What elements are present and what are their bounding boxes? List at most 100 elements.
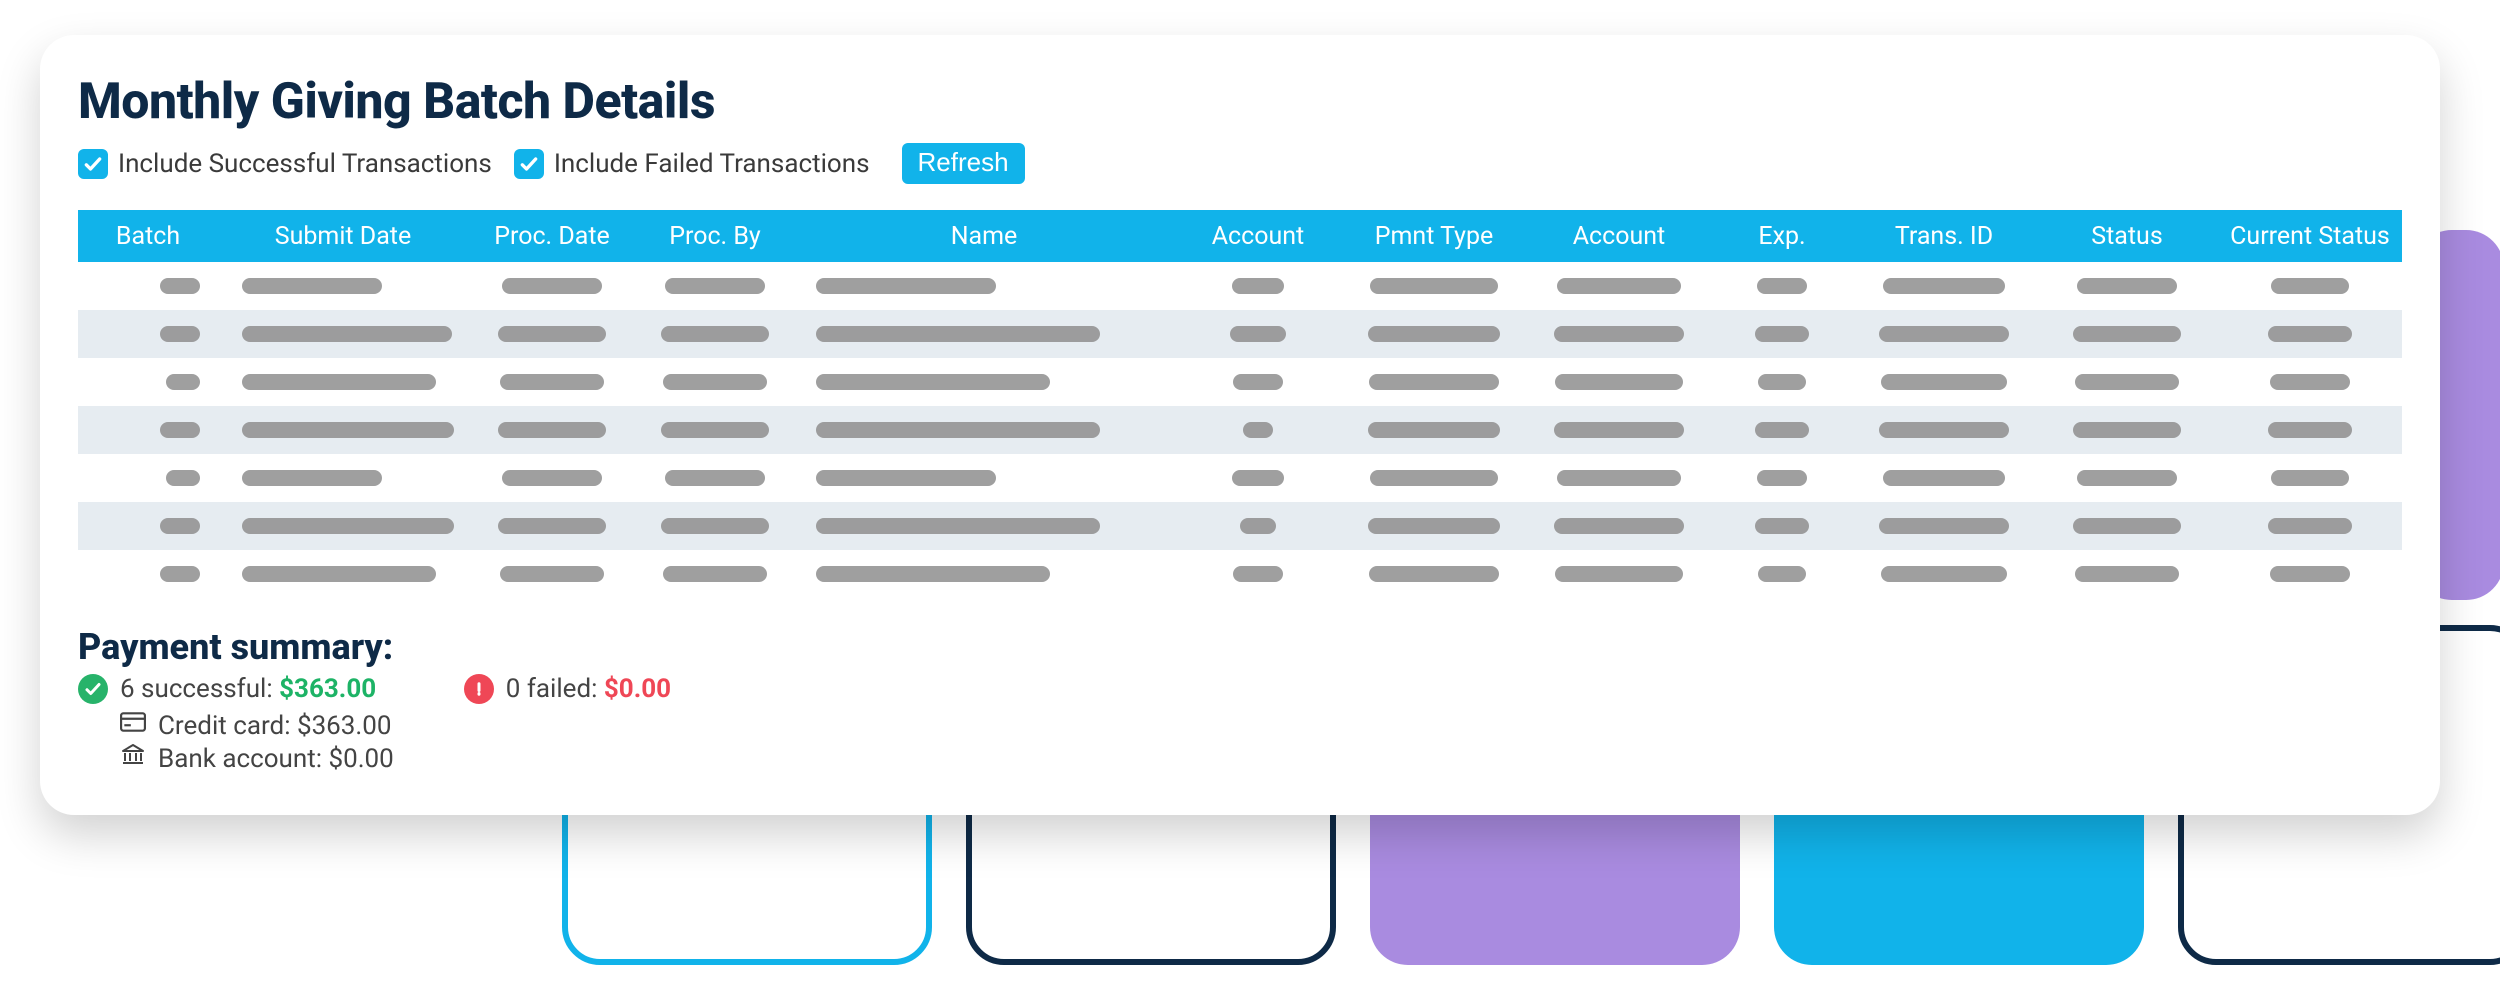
table-cell xyxy=(468,278,636,294)
table-row[interactable] xyxy=(78,358,2402,406)
table-cell xyxy=(1526,422,1712,438)
col-submit-date[interactable]: Submit Date xyxy=(218,222,468,251)
placeholder xyxy=(160,422,200,438)
summary-success-amount: $363.00 xyxy=(279,674,376,704)
placeholder xyxy=(1369,374,1499,390)
col-proc-date[interactable]: Proc. Date xyxy=(468,222,636,251)
col-proc-by[interactable]: Proc. By xyxy=(636,222,794,251)
table-row[interactable] xyxy=(78,262,2402,310)
placeholder xyxy=(242,422,454,438)
col-trans-id[interactable]: Trans. ID xyxy=(1852,222,2036,251)
table-cell xyxy=(794,374,1174,390)
table-cell xyxy=(1342,374,1526,390)
table-cell xyxy=(1342,326,1526,342)
table-cell xyxy=(1174,518,1342,534)
placeholder xyxy=(2077,470,2177,486)
placeholder xyxy=(1757,470,1807,486)
table-cell xyxy=(636,326,794,342)
table-cell xyxy=(1526,374,1712,390)
placeholder xyxy=(2270,566,2350,582)
table-row[interactable] xyxy=(78,406,2402,454)
table-cell xyxy=(1342,278,1526,294)
summary-row: 6 successful: $363.00 xyxy=(78,674,2402,774)
table-row[interactable] xyxy=(78,454,2402,502)
placeholder xyxy=(1555,374,1683,390)
table-row[interactable] xyxy=(78,310,2402,358)
placeholder xyxy=(1881,374,2007,390)
table-cell xyxy=(2218,374,2402,390)
placeholder xyxy=(1233,566,1283,582)
table-row[interactable] xyxy=(78,502,2402,550)
table-row[interactable] xyxy=(78,550,2402,598)
placeholder xyxy=(498,518,606,534)
placeholder xyxy=(1883,470,2005,486)
filter-row: Include Successful Transactions Include … xyxy=(78,143,2402,184)
table-cell xyxy=(1712,422,1852,438)
summary-success-count: 6 successful: xyxy=(120,674,279,704)
table-cell xyxy=(1526,470,1712,486)
check-icon xyxy=(514,149,544,179)
table-cell xyxy=(1852,278,2036,294)
payment-summary: Payment summary: 6 successful: $363.00 xyxy=(78,626,2402,774)
table-cell xyxy=(2218,470,2402,486)
table-cell xyxy=(1712,566,1852,582)
table-cell xyxy=(78,470,218,486)
placeholder xyxy=(2075,374,2179,390)
placeholder xyxy=(661,422,769,438)
include-failed-checkbox[interactable]: Include Failed Transactions xyxy=(514,149,870,179)
col-pmnt-type[interactable]: Pmnt Type xyxy=(1342,222,1526,251)
placeholder xyxy=(1554,518,1684,534)
table-cell xyxy=(1174,278,1342,294)
placeholder xyxy=(665,278,765,294)
table-cell xyxy=(794,470,1174,486)
table-cell xyxy=(218,566,468,582)
placeholder xyxy=(160,278,200,294)
table-cell xyxy=(2036,518,2218,534)
table-cell xyxy=(218,518,468,534)
table-cell xyxy=(2036,422,2218,438)
table-cell xyxy=(1712,518,1852,534)
refresh-button[interactable]: Refresh xyxy=(902,143,1025,184)
col-exp[interactable]: Exp. xyxy=(1712,222,1852,251)
placeholder xyxy=(1232,470,1284,486)
include-success-label: Include Successful Transactions xyxy=(118,149,492,179)
placeholder xyxy=(160,518,200,534)
table-cell xyxy=(1342,518,1526,534)
col-current-status[interactable]: Current Status xyxy=(2218,222,2402,251)
placeholder xyxy=(816,326,1100,342)
table-cell xyxy=(1174,326,1342,342)
col-status[interactable]: Status xyxy=(2036,222,2218,251)
col-account1[interactable]: Account xyxy=(1174,222,1342,251)
table-cell xyxy=(218,374,468,390)
table-cell xyxy=(78,422,218,438)
placeholder xyxy=(1879,326,2009,342)
placeholder xyxy=(2075,566,2179,582)
page-title: Monthly Giving Batch Details xyxy=(78,73,2402,131)
table-cell xyxy=(636,374,794,390)
placeholder xyxy=(242,374,436,390)
col-batch[interactable]: Batch xyxy=(78,222,218,251)
batch-details-card: Monthly Giving Batch Details Include Suc… xyxy=(40,35,2440,815)
placeholder xyxy=(1755,518,1809,534)
placeholder xyxy=(242,278,382,294)
placeholder xyxy=(1879,422,2009,438)
table-cell xyxy=(1852,566,2036,582)
transactions-table: Batch Submit Date Proc. Date Proc. By Na… xyxy=(78,210,2402,598)
table-cell xyxy=(1526,278,1712,294)
table-cell xyxy=(1852,470,2036,486)
col-account2[interactable]: Account xyxy=(1526,222,1712,251)
placeholder xyxy=(2268,326,2352,342)
table-cell xyxy=(2218,326,2402,342)
table-cell xyxy=(218,470,468,486)
placeholder xyxy=(1554,422,1684,438)
table-cell xyxy=(636,518,794,534)
col-name[interactable]: Name xyxy=(794,222,1174,251)
placeholder xyxy=(1368,518,1500,534)
placeholder xyxy=(498,326,606,342)
include-success-checkbox[interactable]: Include Successful Transactions xyxy=(78,149,492,179)
table-cell xyxy=(1712,278,1852,294)
table-cell xyxy=(1174,374,1342,390)
table-cell xyxy=(1174,470,1342,486)
summary-credit-card: Credit card: $363.00 xyxy=(120,710,394,741)
table-cell xyxy=(794,422,1174,438)
